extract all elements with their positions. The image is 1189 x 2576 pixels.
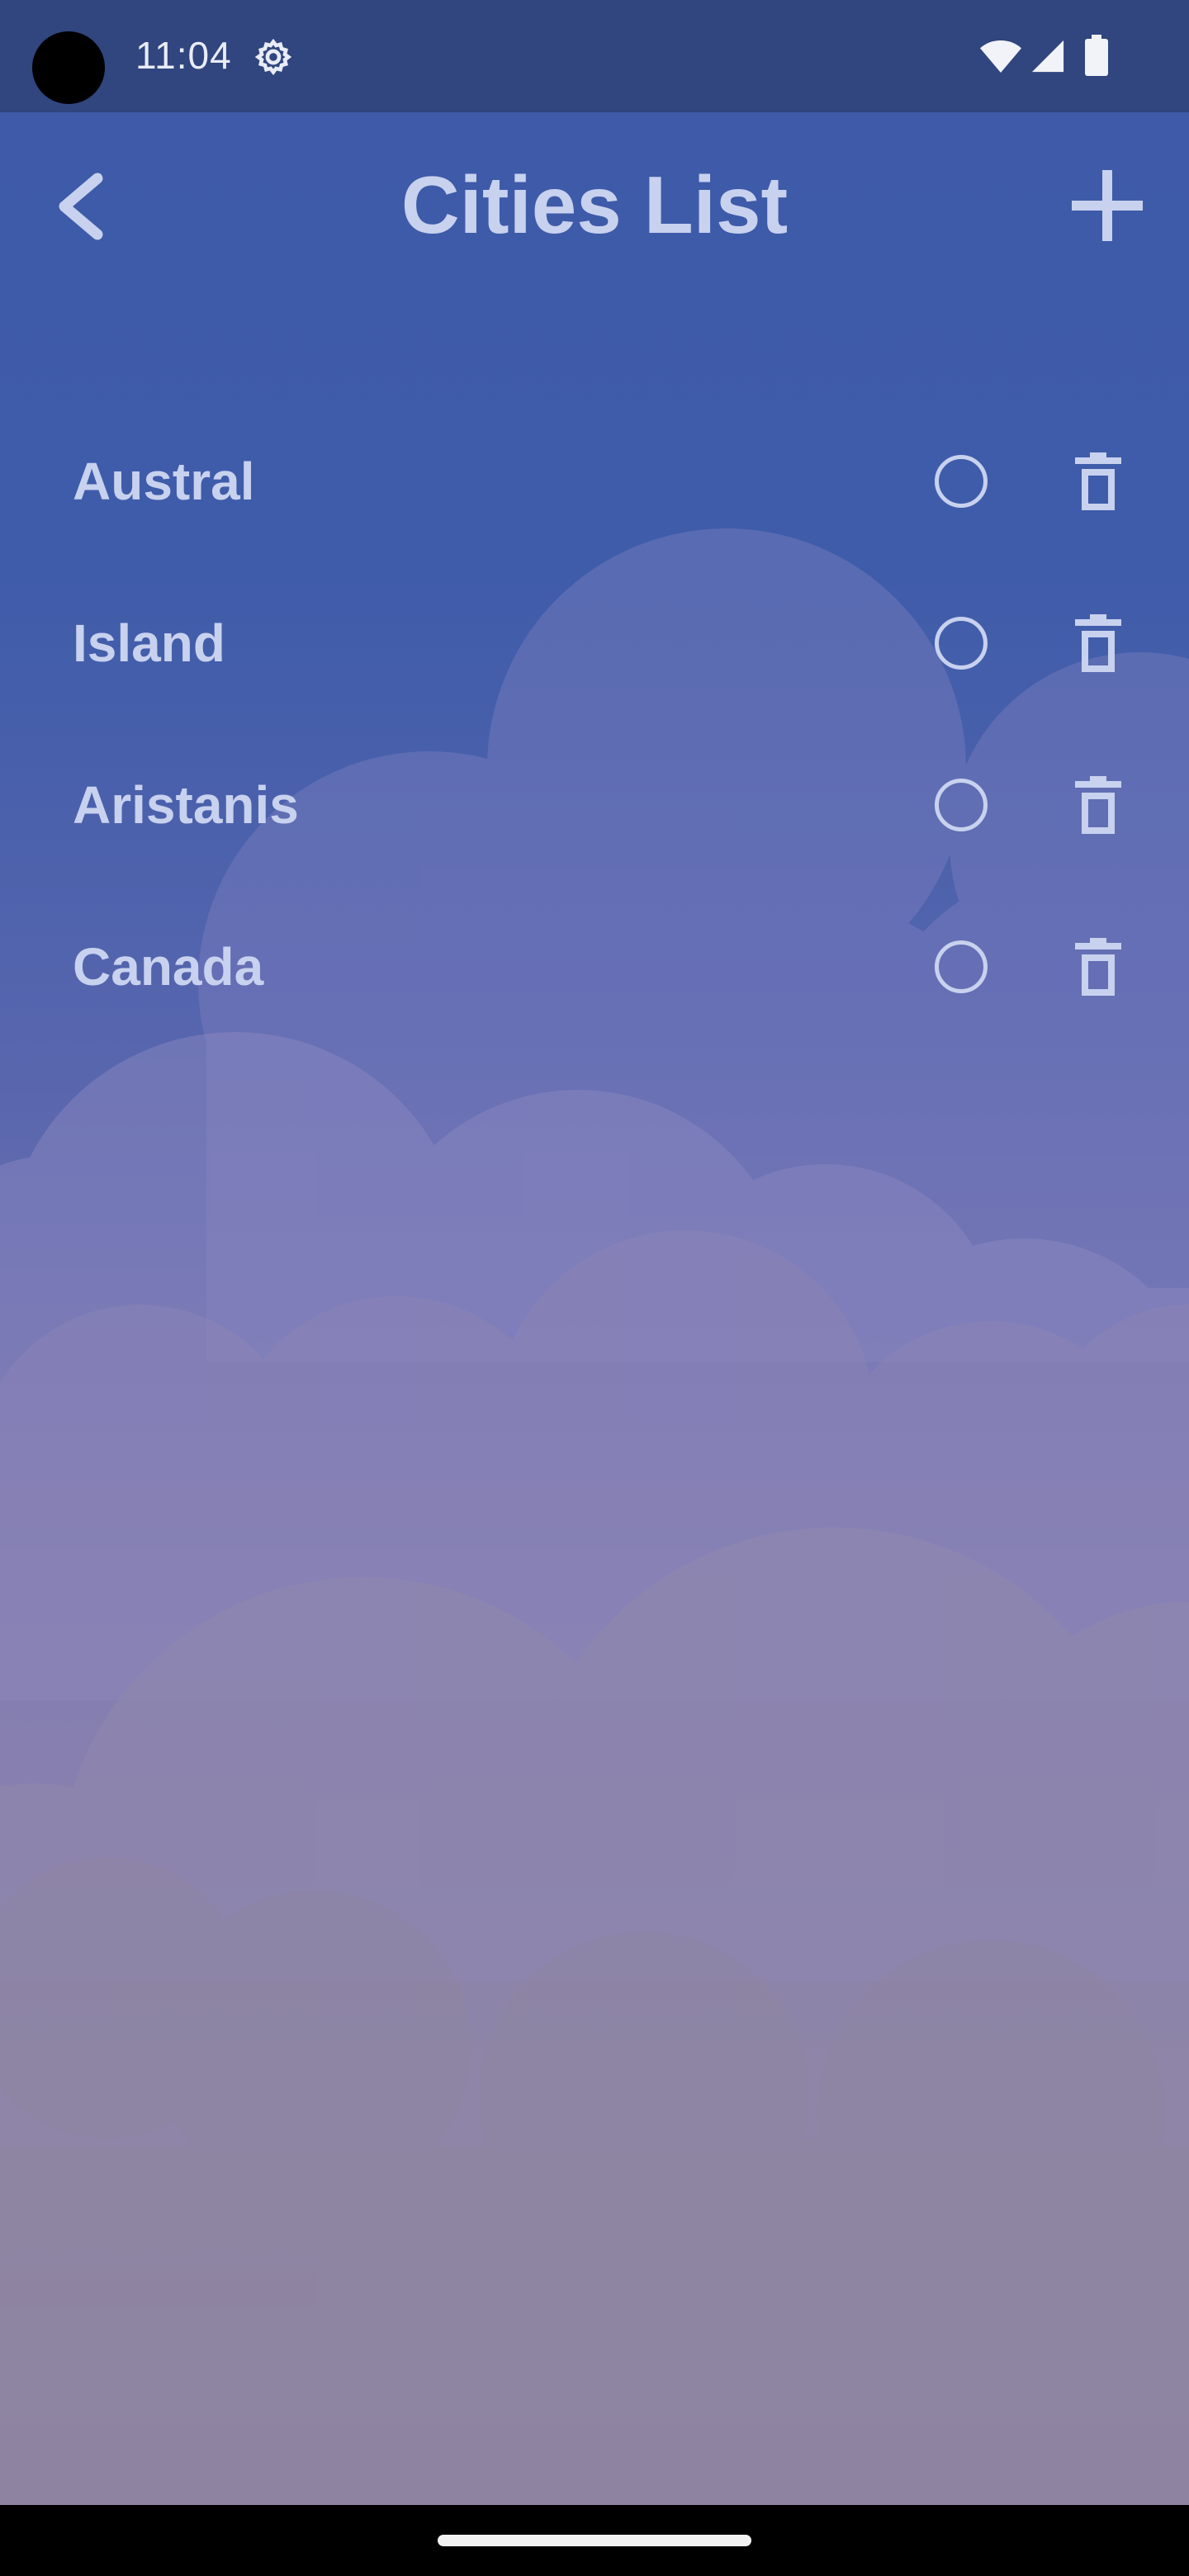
city-name: Island (73, 613, 225, 673)
status-time: 11:04 (135, 34, 232, 77)
cloud-background (0, 528, 1189, 2505)
city-row[interactable]: Island (0, 573, 1189, 713)
home-indicator[interactable] (438, 2535, 751, 2546)
cellular-signal-icon (1031, 40, 1064, 73)
radio-unchecked-icon[interactable] (935, 455, 988, 508)
city-name: Canada (73, 937, 264, 997)
screen: 11:04 Cities List Austral Island Aristan… (0, 0, 1189, 2505)
radio-unchecked-icon[interactable] (935, 617, 988, 670)
radio-unchecked-icon[interactable] (935, 779, 988, 831)
city-name: Aristanis (73, 775, 299, 835)
add-city-button[interactable] (1072, 170, 1143, 241)
city-name: Austral (73, 452, 255, 511)
city-row[interactable]: Aristanis (0, 735, 1189, 875)
page-title: Cities List (400, 159, 789, 250)
battery-icon (1085, 35, 1108, 76)
city-row[interactable]: Austral (0, 411, 1189, 552)
navigation-bar (0, 2505, 1189, 2576)
radio-unchecked-icon[interactable] (935, 940, 988, 993)
trash-icon[interactable] (1075, 938, 1121, 996)
trash-icon[interactable] (1075, 776, 1121, 834)
wifi-icon (980, 40, 1021, 73)
settings-gear-icon (254, 38, 292, 76)
camera-cutout (32, 31, 105, 104)
trash-icon[interactable] (1075, 452, 1121, 510)
trash-icon[interactable] (1075, 614, 1121, 672)
status-bar: 11:04 (0, 0, 1189, 112)
city-row[interactable]: Canada (0, 897, 1189, 1037)
